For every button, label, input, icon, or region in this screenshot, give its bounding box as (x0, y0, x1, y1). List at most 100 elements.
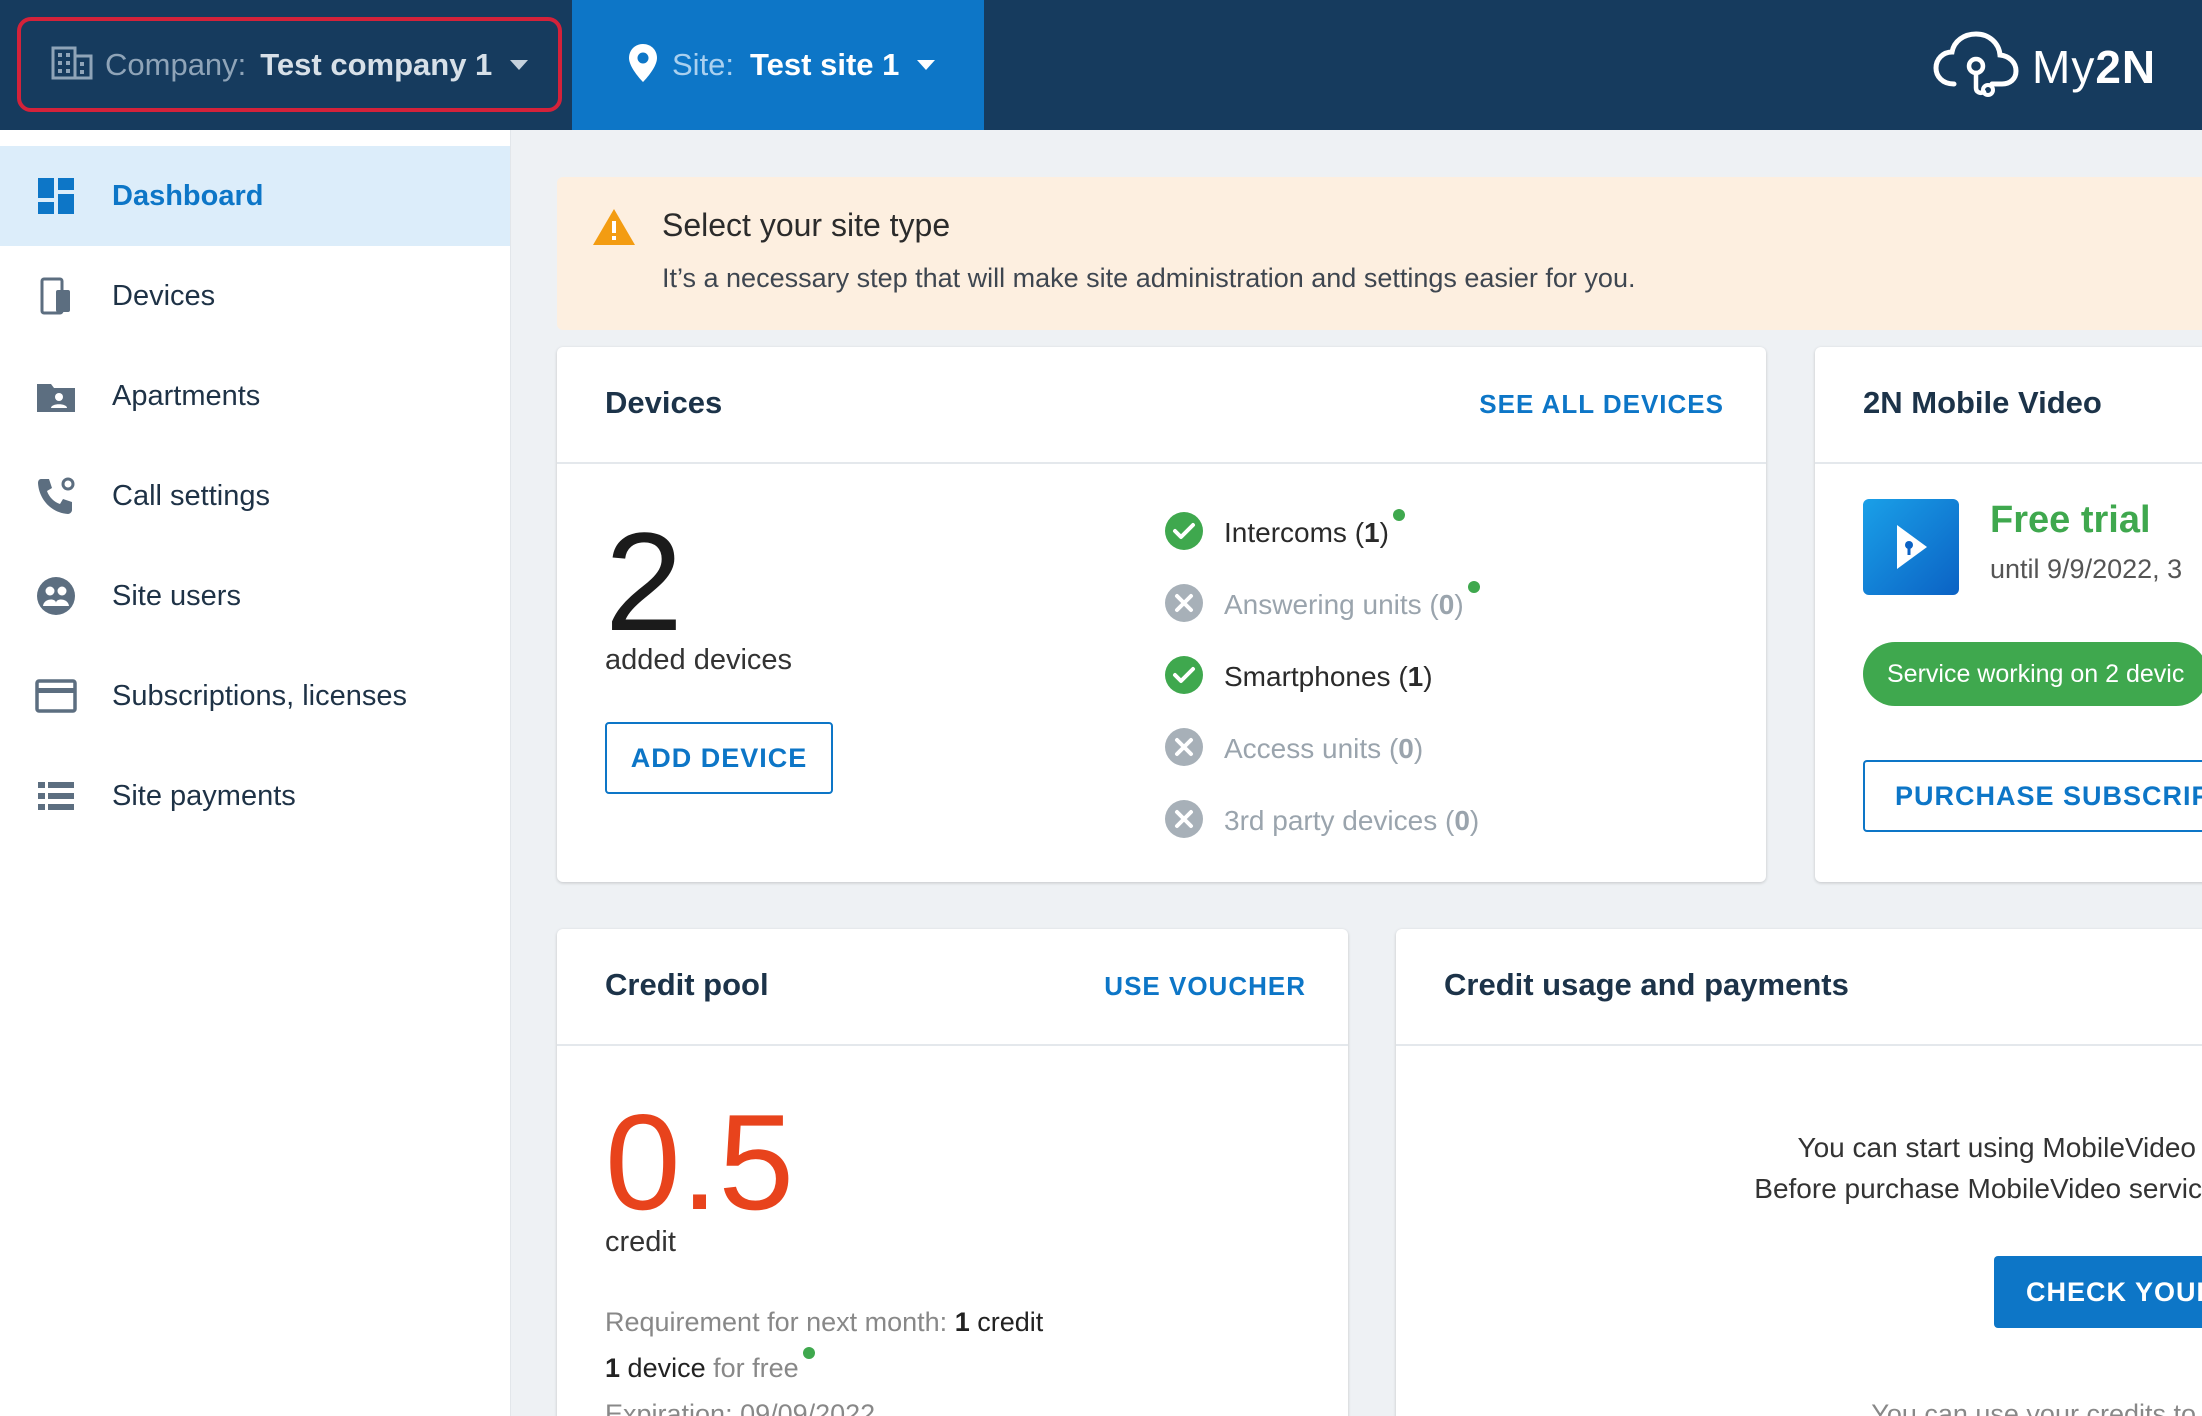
sidebar-item-label: Site users (112, 579, 241, 612)
device-type-row: Smartphones (1) (1164, 641, 1480, 713)
sidebar-item-dashboard[interactable]: Dashboard (0, 146, 510, 246)
logo-text-bold: 2N (2095, 40, 2157, 93)
device-type-row: 3rd party devices (0) (1164, 785, 1480, 857)
sidebar-item-label: Subscriptions, licenses (112, 679, 407, 712)
sidebar: Dashboard Devices Apartments Call settin… (0, 130, 511, 1416)
device-type-name: Access units (1224, 733, 1382, 764)
check-your-button[interactable]: CHECK YOUR (1994, 1256, 2202, 1328)
sidebar-item-label: Apartments (112, 379, 261, 412)
x-circle-icon (1164, 583, 1204, 628)
site-label: Site: (672, 47, 735, 82)
devices-icon (34, 274, 78, 318)
free-device-suffix: for free (713, 1353, 799, 1383)
x-circle-icon (1164, 727, 1204, 772)
see-all-devices-link[interactable]: SEE ALL DEVICES (1479, 389, 1724, 420)
sidebar-item-devices[interactable]: Devices (0, 246, 510, 346)
device-type-name: Smartphones (1224, 661, 1391, 692)
device-type-count: 1 (1364, 517, 1380, 548)
apartments-icon (34, 374, 78, 418)
dashboard-icon (34, 174, 78, 218)
usage-info-line: You can use your credits to (1871, 1399, 2196, 1416)
card-header: Credit usage and payments (1396, 929, 2202, 1046)
status-dot (1392, 509, 1405, 521)
credit-pool-card: Credit pool USE VOUCHER 0.5 credit Requi… (557, 929, 1348, 1416)
site-value: Test site 1 (750, 47, 900, 82)
my2n-logo: My2N (1932, 28, 2156, 105)
site-type-alert[interactable]: Select your site type It’s a necessary s… (557, 177, 2202, 330)
requirement-unit: credit (977, 1307, 1044, 1337)
sidebar-item-label: Call settings (112, 479, 270, 512)
sidebar-item-apartments[interactable]: Apartments (0, 346, 510, 446)
device-type-count: 1 (1407, 661, 1424, 692)
card-title: Devices (605, 385, 723, 420)
usage-info-line: You can start using MobileVideo (1797, 1132, 2197, 1163)
alert-text: It’s a necessary step that will make sit… (662, 263, 1636, 293)
device-type-row: Access units (0) (1164, 713, 1480, 785)
device-type-count: 0 (1454, 805, 1470, 836)
status-dot (1467, 581, 1480, 593)
site-users-icon (34, 574, 78, 618)
sidebar-item-label: Site payments (112, 779, 296, 812)
company-label: Company: (105, 46, 247, 82)
call-settings-icon (34, 474, 78, 518)
device-type-name: Intercoms (1224, 517, 1347, 548)
sidebar-item-call-settings[interactable]: Call settings (0, 446, 510, 546)
usage-info-line: Before purchase MobileVideo servic (1754, 1173, 2202, 1204)
device-type-label: Smartphones (1) (1224, 661, 1433, 692)
sidebar-item-site-payments[interactable]: Site payments (0, 746, 510, 846)
card-header: 2N Mobile Video (1815, 347, 2202, 464)
device-type-row: Answering units (0) (1164, 569, 1480, 641)
credit-unit: credit (605, 1226, 676, 1258)
trial-until-text: until 9/9/2022, 3 (1990, 554, 2183, 584)
site-selector[interactable]: Site: Test site 1 (572, 0, 984, 130)
free-device-word: device (627, 1353, 706, 1383)
device-type-label: Access units (0) (1224, 733, 1424, 764)
check-circle-icon (1164, 655, 1204, 700)
list-icon (34, 774, 78, 818)
use-voucher-link[interactable]: USE VOUCHER (1104, 971, 1306, 1002)
requirement-number: 1 (954, 1307, 970, 1337)
building-icon (51, 44, 93, 85)
company-value: Test company 1 (260, 46, 493, 82)
warning-icon (591, 207, 637, 252)
device-type-row: Intercoms (1) (1164, 497, 1480, 569)
mobile-video-app-icon (1863, 499, 1959, 595)
card-header: Devices SEE ALL DEVICES (557, 347, 1766, 464)
expiration-text: Expiration: 09/09/2022 (605, 1399, 876, 1416)
purchase-subscription-button[interactable]: PURCHASE SUBSCRIPT (1863, 760, 2202, 832)
sidebar-item-label: Dashboard (112, 179, 264, 212)
requirement-text: Requirement for next month: 1 credit (605, 1307, 1043, 1338)
location-pin-icon (628, 43, 658, 88)
check-circle-icon (1164, 511, 1204, 556)
sidebar-item-subscriptions[interactable]: Subscriptions, licenses (0, 646, 510, 746)
sidebar-item-label: Devices (112, 279, 216, 312)
device-count-label: added devices (605, 644, 793, 676)
card-title: 2N Mobile Video (1863, 385, 2102, 420)
device-type-label: 3rd party devices (0) (1224, 805, 1480, 836)
credit-usage-card: Credit usage and payments You can start … (1396, 929, 2202, 1416)
devices-card: Devices SEE ALL DEVICES 2 added devices … (557, 347, 1766, 882)
cloud-icon (1932, 28, 2024, 105)
device-type-label: Intercoms (1) (1224, 517, 1389, 548)
mobile-video-card: 2N Mobile Video Free trial until 9/9/202… (1815, 347, 2202, 882)
requirement-label: Requirement for next month: (605, 1307, 948, 1337)
x-circle-icon (1164, 799, 1204, 844)
chevron-down-icon (917, 60, 936, 70)
logo-text-light: My (2032, 40, 2096, 93)
sidebar-item-site-users[interactable]: Site users (0, 546, 510, 646)
card-title: Credit usage and payments (1444, 967, 1849, 1002)
card-header: Credit pool USE VOUCHER (557, 929, 1348, 1046)
logo-text: My2N (2032, 40, 2156, 94)
free-trial-label: Free trial (1990, 499, 2151, 541)
company-selector[interactable]: Company: Test company 1 (17, 17, 562, 112)
device-count: 2 (605, 503, 683, 660)
device-type-list: Intercoms (1) Answering units (0) Smartp… (1164, 497, 1480, 857)
device-type-label: Answering units (0) (1224, 589, 1464, 620)
card-title: Credit pool (605, 967, 769, 1002)
device-type-count: 0 (1398, 733, 1414, 764)
free-device-number: 1 (605, 1353, 621, 1383)
status-dot (802, 1347, 815, 1359)
service-status-badge: Service working on 2 devic (1863, 642, 2202, 706)
add-device-button[interactable]: ADD DEVICE (605, 722, 833, 794)
credit-card-icon (34, 674, 78, 718)
